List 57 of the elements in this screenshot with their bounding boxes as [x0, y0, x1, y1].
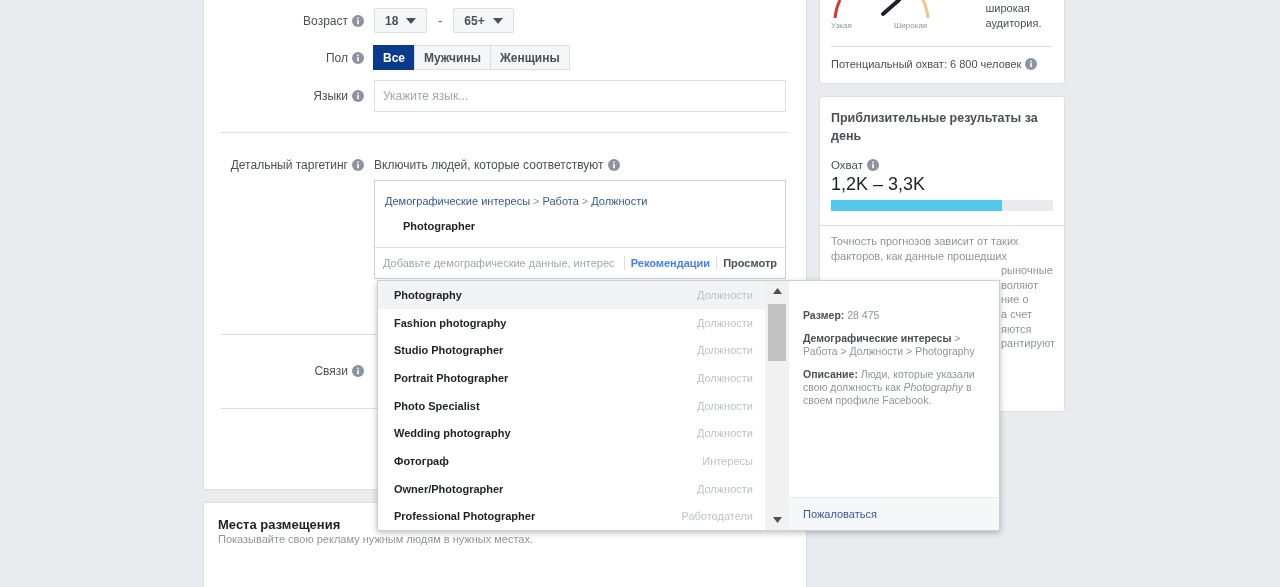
placements-subtitle: Показывайте свою рекламу нужным людям в нужных местах.	[218, 533, 534, 545]
metric-value: 1,2K – 3,3K	[831, 174, 927, 195]
field-label: Пол	[325, 50, 348, 65]
caret-icon	[492, 17, 503, 24]
field-label: Языки	[313, 89, 348, 103]
age-to-select[interactable]: 65+	[453, 8, 514, 33]
note-text: Точность прогнозов зависит от таких	[831, 234, 1020, 249]
note-text: рыночные	[1001, 263, 1053, 278]
info-icon	[352, 365, 364, 377]
gender-option[interactable]: Женщины	[489, 45, 570, 70]
field-label: Связи	[314, 364, 348, 378]
wide-label: Широкая	[894, 21, 928, 30]
note-text: яются	[1001, 321, 1033, 337]
info-icon	[352, 14, 364, 27]
caret-icon	[406, 17, 417, 24]
narrow-label: Узкая	[831, 21, 852, 30]
breadcrumb-link[interactable]: Работа	[542, 195, 579, 207]
info-icon	[352, 159, 364, 171]
info-icon	[352, 90, 364, 102]
scrollbar-thumb[interactable]	[768, 304, 786, 361]
estimates-title: Приблизительные результаты за день	[831, 110, 1039, 145]
suggestions-link[interactable]: Рекомендации	[630, 257, 711, 269]
scroll-down-arrow-icon[interactable]	[772, 517, 782, 523]
detail-description: Описание: Люди, которые указали свою должность как Photography в своем профиле Facebook.	[803, 368, 975, 407]
note-text: факторов, как данные прошедших	[831, 248, 1008, 264]
metric-label: Охват	[831, 159, 863, 171]
potential-reach: Потенциальный охват: 6 800 человек	[831, 58, 1022, 70]
language-input-field[interactable]: Укажите язык...	[374, 80, 786, 112]
info-icon	[866, 159, 879, 171]
note-text: рантируют	[1001, 336, 1053, 351]
note-text: а счет	[1001, 306, 1034, 322]
age-from-select[interactable]: 18	[374, 8, 428, 33]
targeting-search-field[interactable]: Добавьте демографические данные, интерес	[383, 257, 618, 269]
breadcrumb-link[interactable]: Должности	[591, 195, 648, 207]
info-icon	[352, 51, 364, 64]
note-text: воляют	[1001, 277, 1040, 293]
browse-link[interactable]: Просмотр	[723, 257, 777, 269]
breadcrumb-separator: >	[533, 195, 540, 207]
audience-verdict: широкая аудитория.	[985, 1, 1043, 31]
scroll-up-arrow-icon[interactable]	[772, 288, 782, 294]
note-text: ние о	[1001, 292, 1030, 307]
field-label: Детальный таргетинг	[230, 158, 348, 172]
info-icon	[1025, 58, 1038, 70]
breadcrumb-separator: >	[581, 195, 589, 207]
range-dash: -	[438, 13, 443, 28]
gender-option[interactable]: Все	[373, 45, 415, 70]
selected-targeting-item: Photographer	[403, 220, 477, 232]
placements-title: Места размещения	[218, 517, 341, 532]
field-label: Возраст	[303, 13, 348, 28]
scrollbar[interactable]	[765, 280, 789, 531]
include-text: Включить людей, которые соответствуют	[374, 158, 604, 172]
info-icon	[607, 159, 620, 171]
detail-size: Размер: 28 475	[803, 309, 881, 322]
gender-option[interactable]: Мужчины	[414, 45, 491, 70]
breadcrumb-link[interactable]: Демографические интересы	[385, 195, 531, 207]
detail-path: Демографические интересы > Работа > Должности > Photography	[803, 332, 975, 358]
report-link[interactable]: Пожаловаться	[803, 508, 877, 520]
